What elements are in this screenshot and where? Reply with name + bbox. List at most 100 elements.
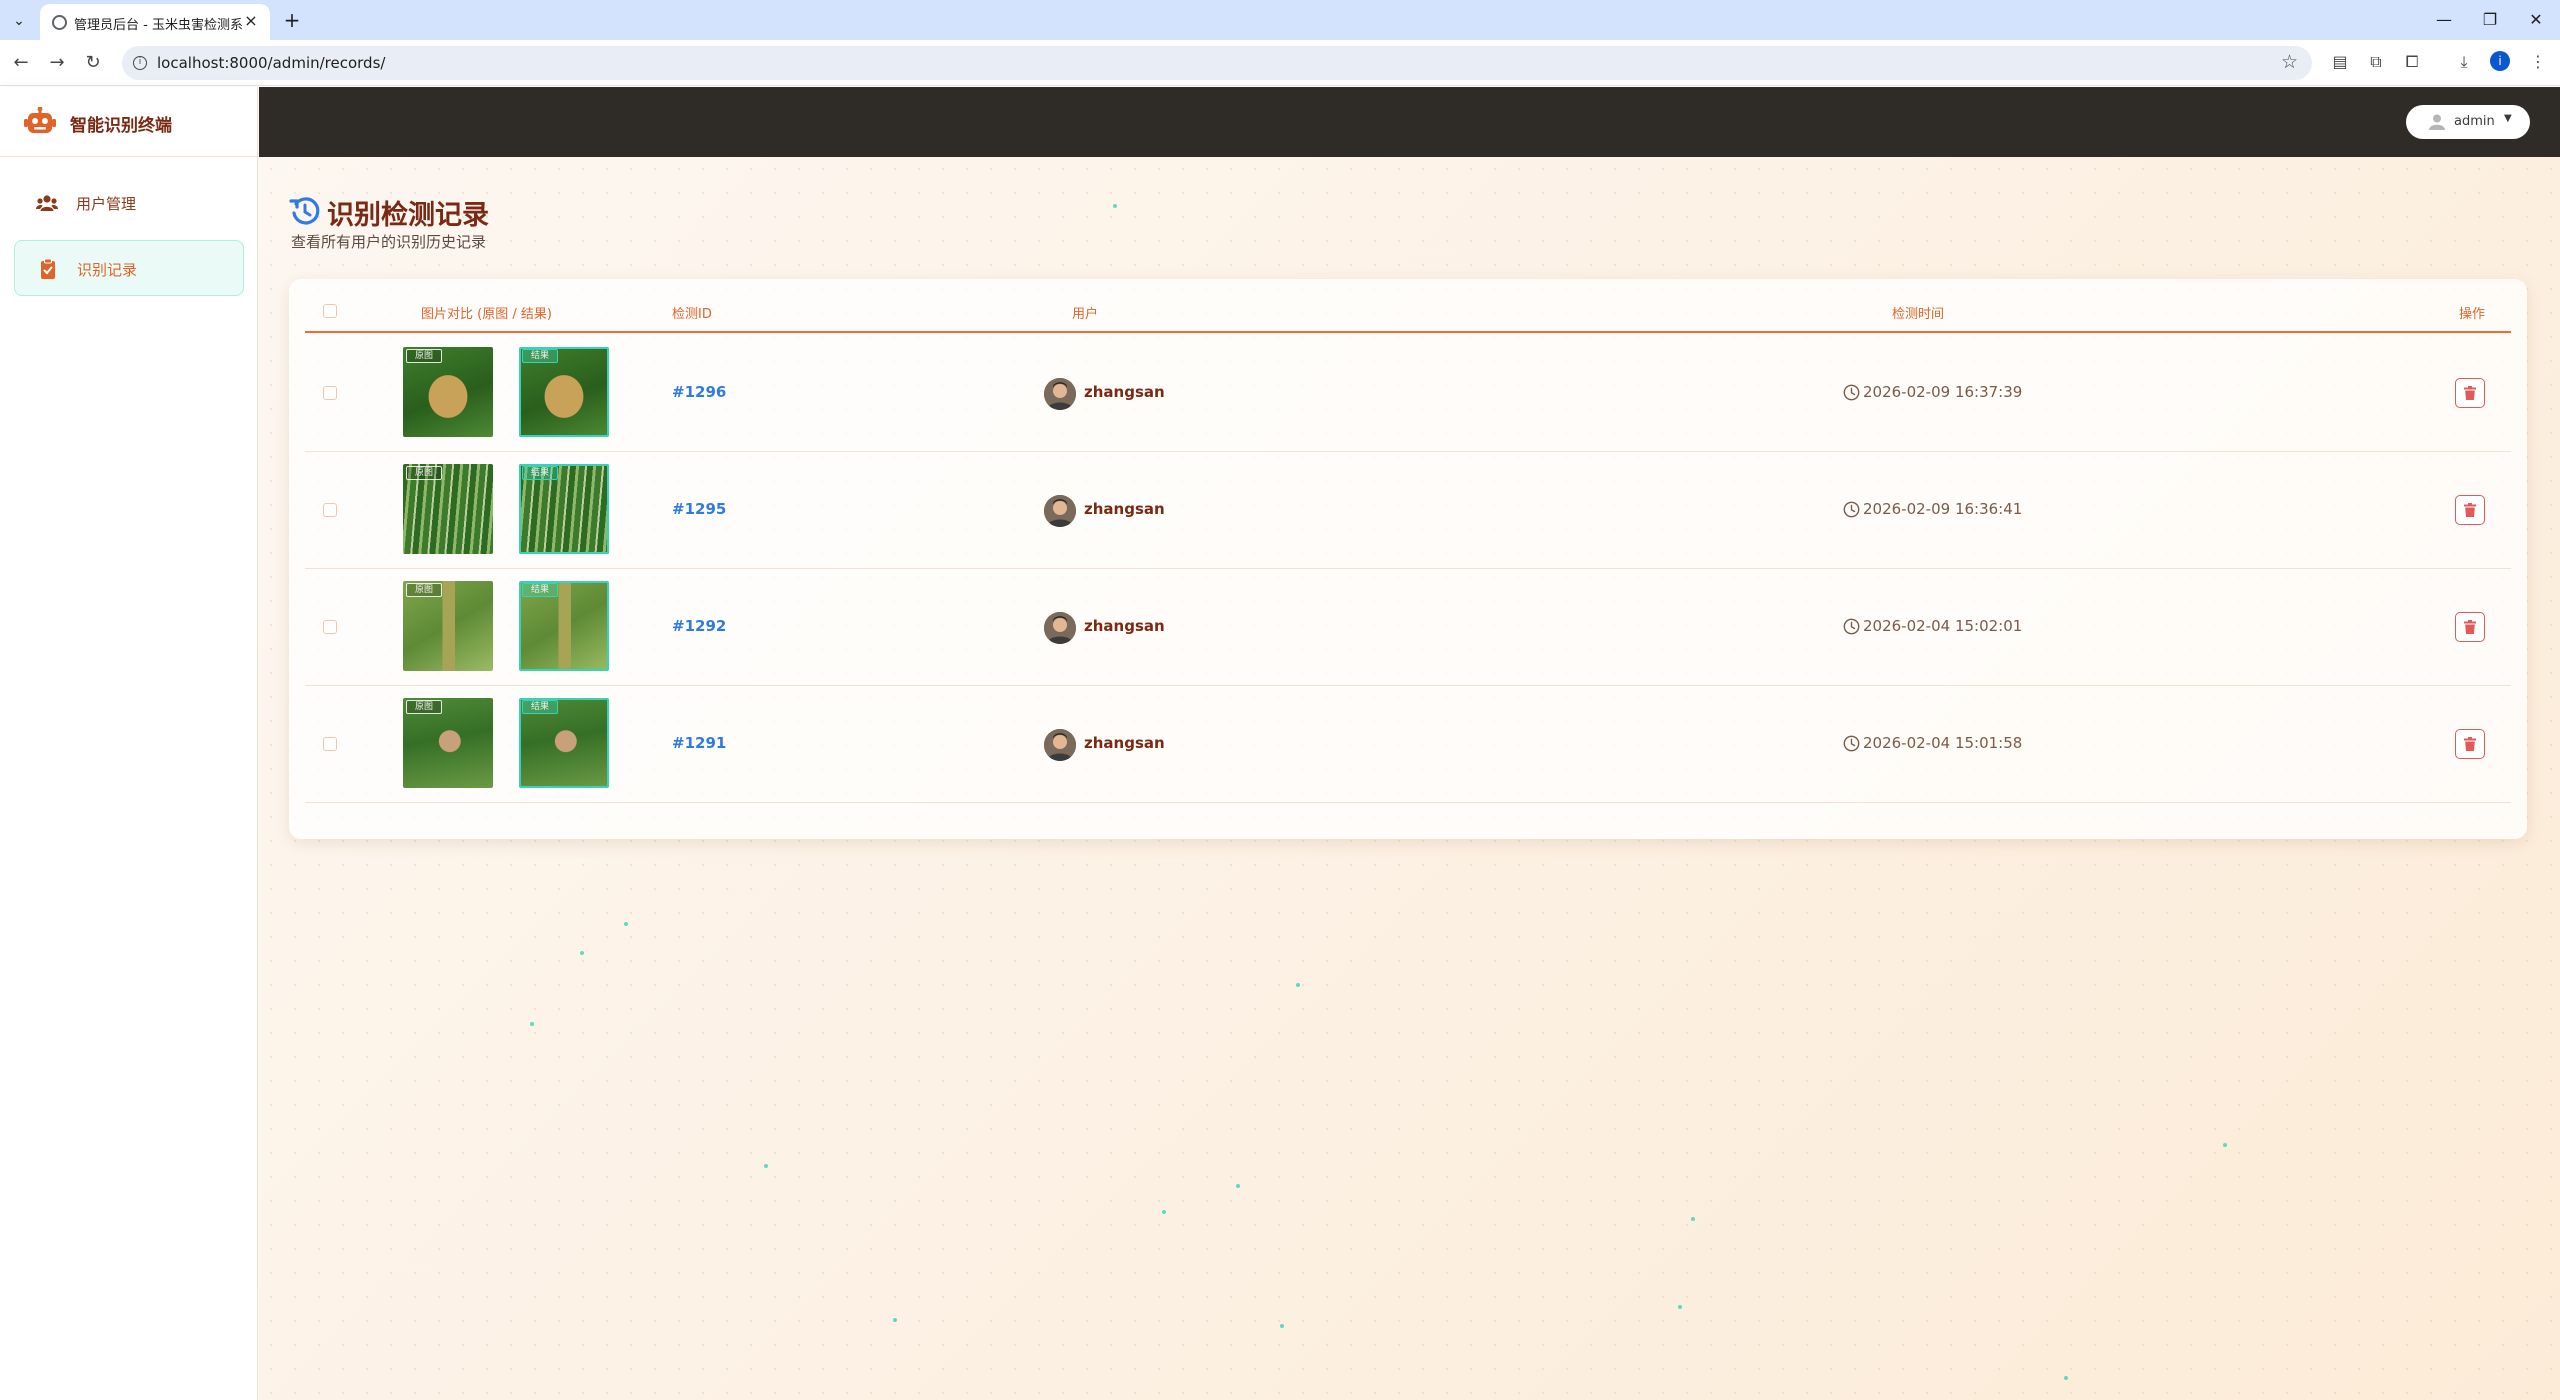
clock-icon [1843, 384, 1860, 401]
table-header: 图片对比 (原图 / 结果) 检测ID 用户 检测时间 操作 [305, 279, 2511, 333]
username: zhangsan [1084, 617, 1165, 635]
avatar [1044, 378, 1076, 410]
column-header-user: 用户 [1072, 307, 1099, 322]
delete-button[interactable] [2455, 612, 2485, 642]
thumbnail-tag: 原图 [406, 349, 442, 363]
row-checkbox[interactable] [323, 620, 337, 634]
record-id-link[interactable]: #1296 [672, 383, 726, 401]
sidebar-item-label: 识别记录 [77, 261, 138, 279]
result-image-thumbnail[interactable]: 结果 [519, 464, 609, 554]
back-button[interactable]: ← [8, 50, 34, 76]
restore-button[interactable]: ❐ [2472, 6, 2508, 34]
close-tab-icon[interactable]: × [242, 12, 260, 30]
translate-icon[interactable]: ⧉ [2364, 50, 2388, 74]
original-image-thumbnail[interactable]: 原图 [403, 347, 493, 437]
menu-icon[interactable]: ⋮ [2526, 50, 2550, 74]
delete-button[interactable] [2455, 495, 2485, 525]
page-title: 识别检测记录 [327, 200, 489, 231]
row-checkbox[interactable] [323, 386, 337, 400]
original-image-thumbnail[interactable]: 原图 [403, 581, 493, 671]
record-time: 2026-02-09 16:37:39 [1863, 383, 2023, 401]
sidebar-item-label: 用户管理 [76, 195, 137, 213]
site-info-icon[interactable]: i [133, 56, 147, 70]
column-header-action: 操作 [2459, 307, 2486, 322]
particle-dot [624, 922, 628, 926]
page-subtitle: 查看所有用户的识别历史记录 [291, 233, 487, 251]
username: zhangsan [1084, 383, 1165, 401]
profile-avatar[interactable]: i [2490, 51, 2510, 71]
particle-dot [530, 1022, 534, 1026]
record-time: 2026-02-09 16:36:41 [1863, 500, 2023, 518]
browser-toolbar: ← → ↻ i localhost:8000/admin/records/ ☆ … [0, 40, 2560, 86]
thumbnail-tag: 原图 [406, 700, 442, 714]
robot-icon [24, 107, 56, 133]
table-row: 原图 结果 #1296 zhangsan 2026-02-09 16:37:39 [305, 335, 2511, 452]
clock-icon [1843, 618, 1860, 635]
trash-icon [2464, 503, 2476, 517]
clipboard-check-icon [41, 259, 55, 279]
original-image-thumbnail[interactable]: 原图 [403, 464, 493, 554]
record-id-link[interactable]: #1292 [672, 617, 726, 635]
tab-search-button[interactable]: ⌄ [8, 10, 30, 32]
original-image-thumbnail[interactable]: 原图 [403, 698, 493, 788]
column-header-images: 图片对比 (原图 / 结果) [421, 307, 552, 322]
records-table: 图片对比 (原图 / 结果) 检测ID 用户 检测时间 操作 原图 结果 #12… [289, 279, 2527, 839]
bookmark-star-icon[interactable]: ☆ [2281, 51, 2298, 73]
column-header-id: 检测ID [672, 307, 712, 322]
row-checkbox[interactable] [323, 737, 337, 751]
reading-list-icon[interactable]: ▤ [2328, 50, 2352, 74]
thumbnail-tag: 结果 [522, 700, 558, 714]
history-icon [289, 197, 320, 225]
caret-down-icon: ▼ [2504, 113, 2512, 124]
table-row: 原图 结果 #1291 zhangsan 2026-02-04 15:01:58 [305, 686, 2511, 803]
table-row: 原图 结果 #1292 zhangsan 2026-02-04 15:02:01 [305, 569, 2511, 686]
clock-icon [1843, 735, 1860, 752]
particle-dot [1162, 1210, 1166, 1214]
trash-icon [2464, 620, 2476, 634]
column-header-time: 检测时间 [1892, 307, 1945, 322]
user-name: admin [2454, 114, 2495, 129]
minimize-button[interactable]: — [2426, 6, 2462, 34]
browser-tab[interactable]: 管理员后台 - 玉米虫害检测系统 × [40, 4, 270, 40]
particle-dot [1296, 983, 1300, 987]
particle-dot [1236, 1184, 1240, 1188]
delete-button[interactable] [2455, 729, 2485, 759]
user-icon [2429, 114, 2445, 130]
particle-dot [764, 1164, 768, 1168]
result-image-thumbnail[interactable]: 结果 [519, 581, 609, 671]
topbar: admin ▼ [259, 87, 2560, 157]
brand: 智能识别终端 [0, 87, 258, 157]
avatar [1044, 495, 1076, 527]
select-all-checkbox[interactable] [323, 304, 337, 318]
clock-icon [1843, 501, 1860, 518]
record-id-link[interactable]: #1291 [672, 734, 726, 752]
user-menu-button[interactable]: admin ▼ [2406, 105, 2530, 139]
thumbnail-tag: 结果 [522, 466, 558, 480]
thumbnail-tag: 结果 [522, 349, 558, 363]
result-image-thumbnail[interactable]: 结果 [519, 698, 609, 788]
globe-icon [52, 15, 67, 30]
forward-button[interactable]: → [44, 50, 70, 76]
particle-dot [1280, 1324, 1284, 1328]
download-icon[interactable]: ⤓ [2452, 50, 2476, 74]
url-text: localhost:8000/admin/records/ [157, 54, 386, 72]
result-image-thumbnail[interactable]: 结果 [519, 347, 609, 437]
browser-tabstrip: ⌄ 管理员后台 - 玉米虫害检测系统 × + — ❐ ✕ [0, 0, 2560, 40]
reload-button[interactable]: ↻ [80, 50, 106, 76]
username: zhangsan [1084, 734, 1165, 752]
row-checkbox[interactable] [323, 503, 337, 517]
main-content: 识别检测记录 查看所有用户的识别历史记录 图片对比 (原图 / 结果) 检测ID… [259, 157, 2560, 1400]
sidebar-item-users[interactable]: 用户管理 [14, 175, 244, 231]
new-tab-button[interactable]: + [280, 8, 304, 32]
sidebar-item-records[interactable]: 识别记录 [14, 240, 244, 296]
extensions-icon[interactable]: ⧠ [2400, 50, 2424, 74]
close-window-button[interactable]: ✕ [2518, 6, 2554, 34]
table-row: 原图 结果 #1295 zhangsan 2026-02-09 16:36:41 [305, 452, 2511, 569]
avatar [1044, 612, 1076, 644]
record-time: 2026-02-04 15:01:58 [1863, 734, 2023, 752]
address-bar[interactable]: i localhost:8000/admin/records/ ☆ [122, 46, 2312, 80]
particle-dot [893, 1318, 897, 1322]
record-id-link[interactable]: #1295 [672, 500, 726, 518]
delete-button[interactable] [2455, 378, 2485, 408]
particle-dot [1678, 1305, 1682, 1309]
